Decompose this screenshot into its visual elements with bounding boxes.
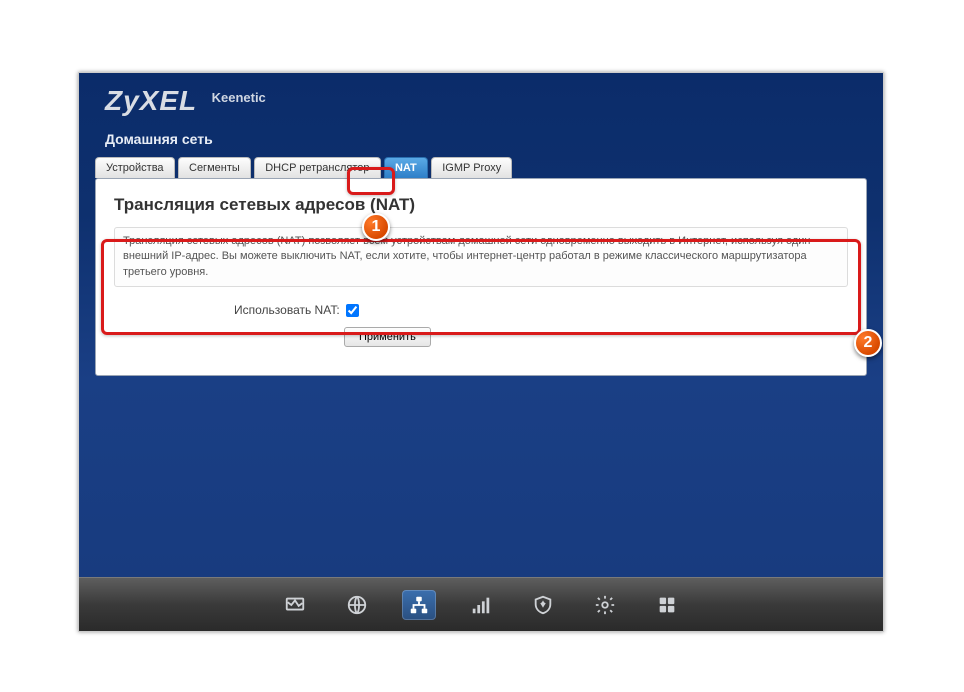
tab-bar: Устройства Сегменты DHCP ретранслятор NA… <box>95 157 883 178</box>
dock-signal[interactable] <box>464 590 498 620</box>
shield-icon <box>532 594 554 616</box>
use-nat-label: Использовать NAT: <box>234 303 340 317</box>
model-name: Keenetic <box>212 90 266 105</box>
dock-apps[interactable] <box>650 590 684 620</box>
content-panel: Трансляция сетевых адресов (NAT) Трансля… <box>95 178 867 376</box>
page-description: Трансляция сетевых адресов (NAT) позволя… <box>114 227 848 287</box>
tab-devices[interactable]: Устройства <box>95 157 175 178</box>
network-icon <box>408 594 430 616</box>
apply-button[interactable]: Применить <box>344 327 431 347</box>
app-window: ZyXEL Keenetic Домашняя сеть Устройства … <box>78 72 884 632</box>
gear-icon <box>594 594 616 616</box>
monitor-icon <box>284 594 306 616</box>
signal-icon <box>470 594 492 616</box>
dock-gear[interactable] <box>588 590 622 620</box>
brand-logo: ZyXEL <box>79 73 197 117</box>
use-nat-checkbox[interactable] <box>346 304 359 317</box>
section-title: Домашняя сеть <box>79 117 883 155</box>
tab-nat[interactable]: NAT <box>384 157 428 178</box>
apps-icon <box>656 594 678 616</box>
dock-globe[interactable] <box>340 590 374 620</box>
tab-igmp-proxy[interactable]: IGMP Proxy <box>431 157 512 178</box>
page-title: Трансляция сетевых адресов (NAT) <box>114 195 848 215</box>
dock-monitor[interactable] <box>278 590 312 620</box>
tab-segments[interactable]: Сегменты <box>178 157 251 178</box>
dock-network[interactable] <box>402 590 436 620</box>
globe-icon <box>346 594 368 616</box>
dock-shield[interactable] <box>526 590 560 620</box>
tab-dhcp-relay[interactable]: DHCP ретранслятор <box>254 157 380 178</box>
bottom-dock <box>79 577 883 631</box>
